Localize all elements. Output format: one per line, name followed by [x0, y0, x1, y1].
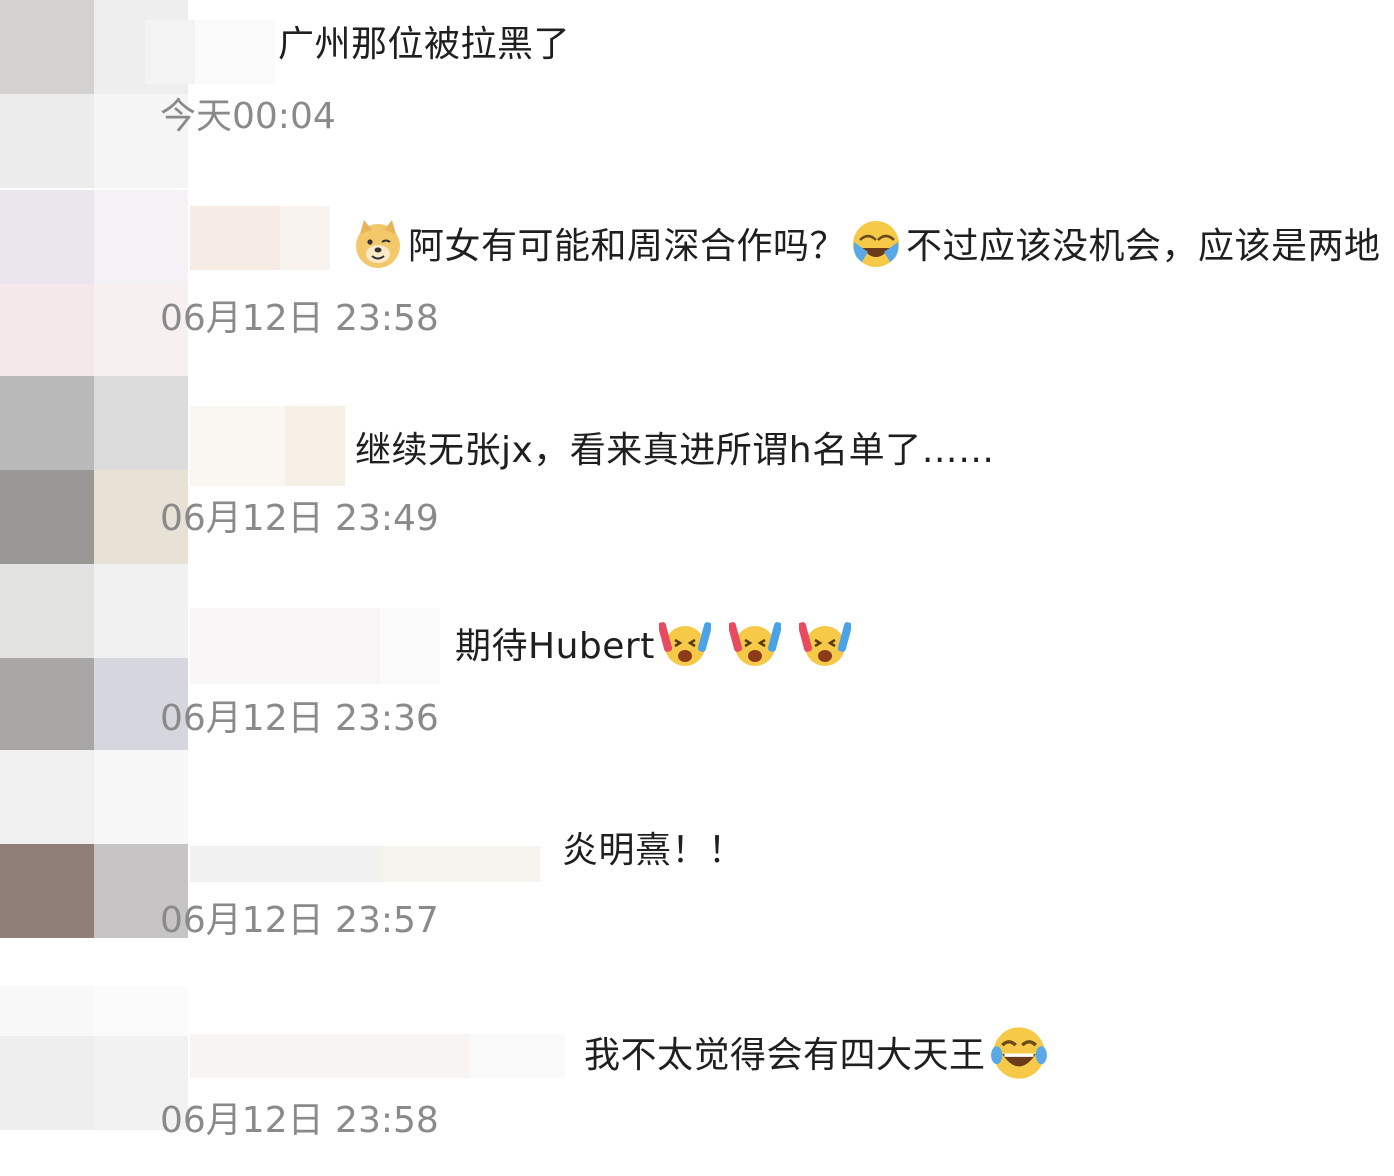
comment-text: 广州那位被拉黑了 — [278, 24, 571, 65]
comment-timestamp: 06月12日 23:36 — [160, 698, 439, 739]
cheer-glowstick-icon — [728, 622, 781, 666]
doge-icon — [356, 220, 400, 268]
comment-item: 期待Hubert 06月12日 23:36 — [0, 564, 1394, 764]
comment-text: 期待Hubert — [455, 622, 855, 674]
username[interactable] — [190, 406, 345, 486]
avatar[interactable] — [0, 986, 190, 1176]
username[interactable] — [190, 608, 440, 684]
comment-text: 炎明熹！！ — [562, 830, 745, 871]
laugh-cry-icon — [853, 221, 900, 267]
comment-item: 继续无张jx，看来真进所谓h名单了…… 06月12日 23:49 — [0, 376, 1394, 576]
comment-timestamp: 今天00:04 — [160, 96, 336, 137]
cheer-glowstick-icon — [658, 622, 711, 666]
avatar[interactable] — [0, 190, 190, 380]
comment-item: 阿女有可能和周深合作吗？ 不过应该没机会，应该是两地 06月12日 23:58 — [0, 190, 1394, 390]
cheer-glowstick-icon — [798, 622, 851, 666]
comment-timestamp: 06月12日 23:58 — [160, 298, 439, 339]
comment-item: 广州那位被拉黑了 今天00:04 — [0, 0, 1394, 200]
comment-item: 炎明熹！！ 06月12日 23:57 — [0, 750, 1394, 950]
comment-text: 我不太觉得会有四大天王 — [584, 1027, 1052, 1086]
username[interactable] — [190, 846, 540, 882]
comment-item: 我不太觉得会有四大天王 06月12日 23:58 — [0, 946, 1394, 1170]
comment-timestamp: 06月12日 23:58 — [160, 1100, 439, 1141]
tears-of-joy-icon — [990, 1027, 1047, 1079]
comment-text: 阿女有可能和周深合作吗？ 不过应该没机会，应该是两地 — [348, 220, 1381, 274]
comment-timestamp: 06月12日 23:49 — [160, 498, 439, 539]
comment-text: 继续无张jx，看来真进所谓h名单了…… — [355, 430, 995, 471]
username[interactable] — [190, 206, 330, 270]
username[interactable] — [145, 20, 275, 84]
username[interactable] — [190, 1034, 565, 1078]
comment-timestamp: 06月12日 23:57 — [160, 900, 439, 941]
